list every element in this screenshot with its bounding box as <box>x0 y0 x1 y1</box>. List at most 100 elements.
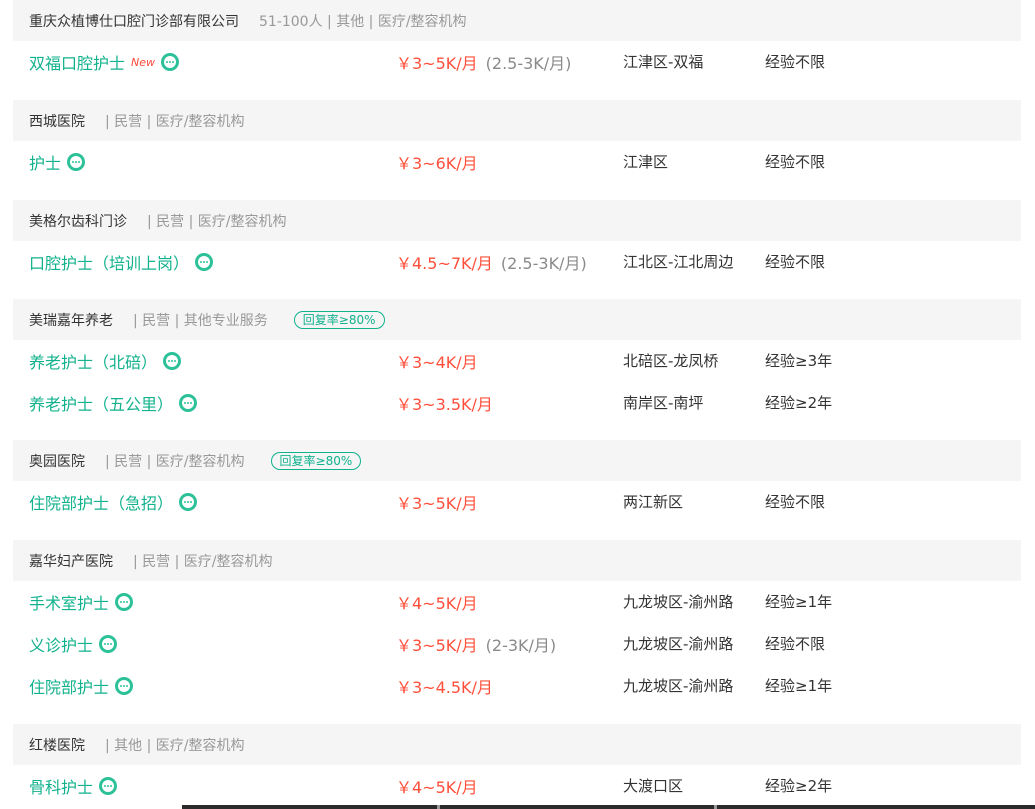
horizontal-scrollbar[interactable] <box>182 805 1035 809</box>
job-title-link[interactable]: 骨科护士 <box>29 774 93 798</box>
job-row[interactable]: 养老护士（北碚） ￥3~4K/月 北碚区-龙凤桥 经验≥3年 <box>13 340 1021 382</box>
job-title-link[interactable]: 口腔护士（培训上岗） <box>29 250 189 274</box>
chat-bubble-icon[interactable] <box>161 53 180 71</box>
chat-bubble-icon[interactable] <box>179 394 198 412</box>
salary: ￥3~4K/月 <box>396 340 478 382</box>
job-title-link[interactable]: 养老护士（五公里） <box>29 391 173 415</box>
job-experience: 经验≥2年 <box>765 394 833 412</box>
salary: ￥3~5K/月 (2.5-3K/月) <box>396 41 571 83</box>
job-title-link[interactable]: 养老护士（北碚） <box>29 349 157 373</box>
company-header: 西城医院 | 民营 | 医疗/整容机构 <box>13 100 1021 141</box>
job-experience: 经验不限 <box>765 253 826 271</box>
company-name[interactable]: 奥园医院 <box>29 451 85 471</box>
job-row[interactable]: 义诊护士 ￥3~5K/月 (2-3K/月) 九龙坡区-渝州路 经验不限 <box>13 623 1021 665</box>
chat-bubble-icon[interactable] <box>99 777 118 795</box>
salary-range: ￥4~5K/月 <box>396 594 478 613</box>
company-meta: | 民营 | 其他专业服务 <box>133 312 268 329</box>
company-group: 美瑞嘉年养老 | 民营 | 其他专业服务 回复率≥80% 养老护士（北碚） ￥3~4K/… <box>13 299 1021 424</box>
company-name[interactable]: 美瑞嘉年养老 <box>29 310 113 330</box>
job-location: 两江新区 <box>623 493 684 511</box>
job-row[interactable]: 养老护士（五公里） ￥3~3.5K/月 南岸区-南坪 经验≥2年 <box>13 382 1021 424</box>
company-group: 奥园医院 | 民营 | 医疗/整容机构 回复率≥80% 住院部护士（急招） ￥3~5K/… <box>13 440 1021 523</box>
salary-range: ￥3~5K/月 <box>396 636 478 655</box>
job-location: 江津区 <box>623 153 669 171</box>
scrollbar-tick <box>714 805 717 809</box>
job-experience: 经验不限 <box>765 53 826 71</box>
job-location: 江津区-双福 <box>623 53 704 71</box>
job-experience: 经验≥1年 <box>765 677 833 695</box>
job-experience: 经验不限 <box>765 635 826 653</box>
chat-bubble-icon[interactable] <box>115 677 134 695</box>
scrollbar-tick <box>437 805 440 809</box>
job-location: 大渡口区 <box>623 777 684 795</box>
job-title-cell: 手术室护士 <box>29 581 134 623</box>
salary-range: ￥3~5K/月 <box>396 494 478 513</box>
job-title-cell: 义诊护士 <box>29 623 118 665</box>
salary-range: ￥3~4.5K/月 <box>396 678 493 697</box>
company-header: 重庆众植博仕口腔门诊部有限公司 51-100人 | 其他 | 医疗/整容机构 <box>13 0 1021 41</box>
job-rows: 骨科护士 ￥4~5K/月 大渡口区 经验≥2年 <box>13 765 1021 807</box>
chat-bubble-icon[interactable] <box>179 493 198 511</box>
job-title-link[interactable]: 住院部护士 <box>29 674 109 698</box>
chat-bubble-icon[interactable] <box>195 253 214 271</box>
job-title-link[interactable]: 护士 <box>29 150 61 174</box>
job-location: 北碚区-龙凤桥 <box>623 352 719 370</box>
chat-bubble-icon[interactable] <box>115 593 134 611</box>
job-title-cell: 双福口腔护士 New <box>29 41 180 83</box>
job-title-link[interactable]: 住院部护士（急招） <box>29 490 173 514</box>
company-name[interactable]: 嘉华妇产医院 <box>29 551 113 571</box>
job-row[interactable]: 骨科护士 ￥4~5K/月 大渡口区 经验≥2年 <box>13 765 1021 807</box>
job-title-cell: 养老护士（北碚） <box>29 340 182 382</box>
salary-note: (2.5-3K/月) <box>500 254 587 273</box>
job-location: 九龙坡区-渝州路 <box>623 677 734 695</box>
company-name[interactable]: 西城医院 <box>29 111 85 131</box>
job-location: 九龙坡区-渝州路 <box>623 593 734 611</box>
company-header: 美瑞嘉年养老 | 民营 | 其他专业服务 回复率≥80% <box>13 299 1021 340</box>
salary: ￥3~4.5K/月 <box>396 665 493 707</box>
company-meta: | 民营 | 医疗/整容机构 <box>105 453 245 470</box>
job-row[interactable]: 口腔护士（培训上岗） ￥4.5~7K/月 (2.5-3K/月) 江北区-江北周边 经验不… <box>13 241 1021 283</box>
job-rows: 手术室护士 ￥4~5K/月 九龙坡区-渝州路 经验≥1年 义诊护士 ￥3~5K/月 (2-3… <box>13 581 1021 707</box>
job-experience: 经验不限 <box>765 153 826 171</box>
chat-bubble-icon[interactable] <box>163 352 182 370</box>
company-meta: | 民营 | 医疗/整容机构 <box>147 213 287 230</box>
salary-range: ￥3~5K/月 <box>396 54 478 73</box>
chat-bubble-icon[interactable] <box>99 635 118 653</box>
job-row[interactable]: 手术室护士 ￥4~5K/月 九龙坡区-渝州路 经验≥1年 <box>13 581 1021 623</box>
job-title-cell: 住院部护士 <box>29 665 134 707</box>
job-rows: 口腔护士（培训上岗） ￥4.5~7K/月 (2.5-3K/月) 江北区-江北周边 经验不… <box>13 241 1021 283</box>
company-name[interactable]: 美格尔齿科门诊 <box>29 211 127 231</box>
salary-range: ￥3~4K/月 <box>396 353 478 372</box>
salary: ￥3~5K/月 <box>396 481 478 523</box>
job-title-link[interactable]: 手术室护士 <box>29 590 109 614</box>
job-rows: 护士 ￥3~6K/月 江津区 经验不限 <box>13 141 1021 183</box>
job-experience: 经验≥3年 <box>765 352 833 370</box>
company-group: 红楼医院 | 其他 | 医疗/整容机构骨科护士 ￥4~5K/月 大渡口区 经验≥2年 <box>13 724 1021 807</box>
company-group: 西城医院 | 民营 | 医疗/整容机构护士 ￥3~6K/月 江津区 经验不限 <box>13 100 1021 183</box>
company-group: 重庆众植博仕口腔门诊部有限公司 51-100人 | 其他 | 医疗/整容机构 双福口… <box>13 0 1021 83</box>
company-name[interactable]: 红楼医院 <box>29 735 85 755</box>
job-experience: 经验≥2年 <box>765 777 833 795</box>
salary-range: ￥3~6K/月 <box>396 154 478 173</box>
salary: ￥4.5~7K/月 (2.5-3K/月) <box>396 241 587 283</box>
job-row[interactable]: 住院部护士（急招） ￥3~5K/月 两江新区 经验不限 <box>13 481 1021 523</box>
job-row[interactable]: 护士 ￥3~6K/月 江津区 经验不限 <box>13 141 1021 183</box>
company-header: 红楼医院 | 其他 | 医疗/整容机构 <box>13 724 1021 765</box>
job-title-link[interactable]: 义诊护士 <box>29 632 93 656</box>
company-header: 嘉华妇产医院 | 民营 | 医疗/整容机构 <box>13 540 1021 581</box>
salary-range: ￥4~5K/月 <box>396 778 478 797</box>
salary: ￥3~3.5K/月 <box>396 382 493 424</box>
job-row[interactable]: 双福口腔护士 New ￥3~5K/月 (2.5-3K/月) 江津区-双福 经验不限 <box>13 41 1021 83</box>
job-location: 九龙坡区-渝州路 <box>623 635 734 653</box>
company-header: 美格尔齿科门诊 | 民营 | 医疗/整容机构 <box>13 200 1021 241</box>
job-title-cell: 骨科护士 <box>29 765 118 807</box>
job-row[interactable]: 住院部护士 ￥3~4.5K/月 九龙坡区-渝州路 经验≥1年 <box>13 665 1021 707</box>
job-location: 南岸区-南坪 <box>623 394 704 412</box>
salary: ￥3~6K/月 <box>396 141 478 183</box>
job-title-cell: 口腔护士（培训上岗） <box>29 241 214 283</box>
chat-bubble-icon[interactable] <box>67 153 86 171</box>
company-group: 嘉华妇产医院 | 民营 | 医疗/整容机构 手术室护士 ￥4~5K/月 九龙坡区-渝州路… <box>13 540 1021 707</box>
job-title-link[interactable]: 双福口腔护士 <box>29 50 125 74</box>
job-list-page: 重庆众植博仕口腔门诊部有限公司 51-100人 | 其他 | 医疗/整容机构 双福口… <box>0 0 1035 809</box>
company-name[interactable]: 重庆众植博仕口腔门诊部有限公司 <box>29 11 239 31</box>
